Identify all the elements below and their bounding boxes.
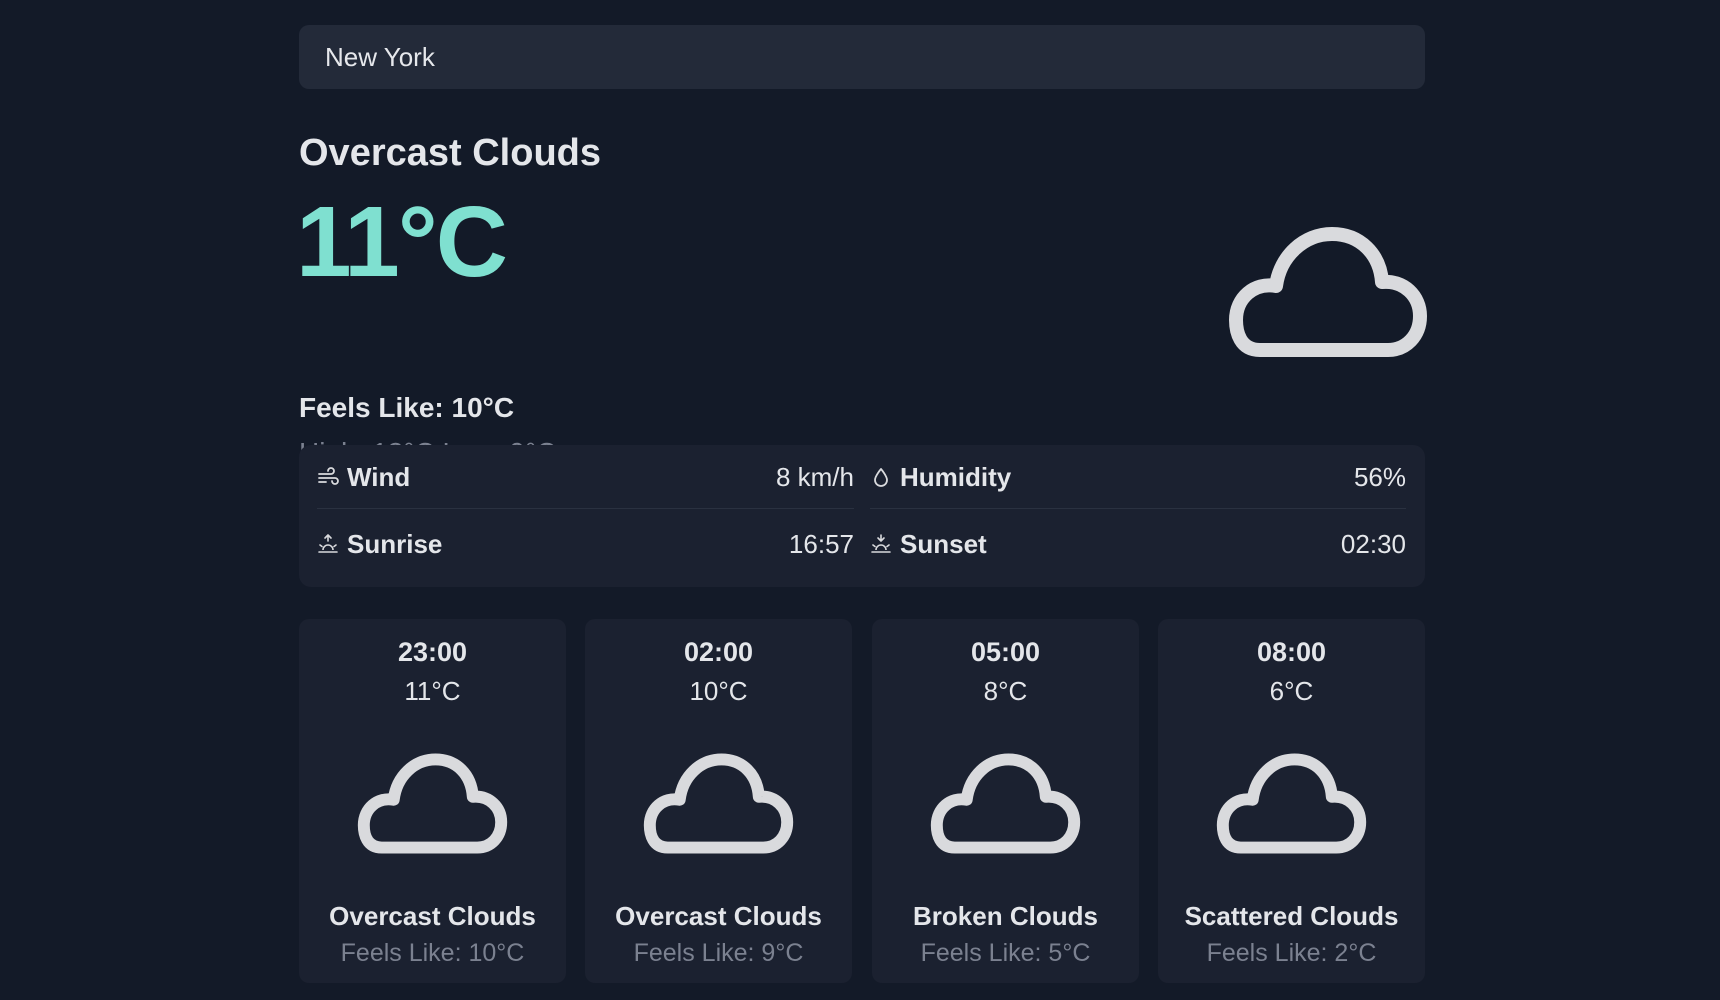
forecast-temp: 6°C [1269,676,1314,706]
forecast-time: 08:00 [1256,637,1327,667]
forecast-temp: 11°C [404,676,461,706]
forecast-temp: 8°C [983,676,1028,706]
forecast-feels-like: Feels Like: 9°C [633,939,804,967]
city-search-input[interactable] [299,25,1425,89]
current-temperature: 11°C [296,186,508,298]
detail-label-sunset: Sunset [900,528,987,559]
forecast-temp: 10°C [689,676,748,706]
forecast-card: 08:00 6°C Scattered Clouds Feels Like: 2… [1158,619,1425,983]
current-feels-like: Feels Like: 10°C [299,392,515,423]
cloud-icon [1216,753,1367,854]
sunset-icon [871,534,891,553]
sunrise-icon [318,534,338,553]
cloud-icon [930,753,1081,854]
detail-row-sunset: Sunset 02:30 [870,512,1406,576]
detail-label-sunrise: Sunrise [347,528,443,559]
cloud-icon [643,753,794,854]
forecast-feels-like: Feels Like: 2°C [1206,939,1377,967]
cloud-icon [1229,227,1427,357]
forecast-condition: Scattered Clouds [1184,901,1399,931]
current-condition: Overcast Clouds [299,132,601,174]
detail-row-sunrise: Sunrise 16:57 [317,512,854,576]
forecast-card: 02:00 10°C Overcast Clouds Feels Like: 9… [585,619,852,983]
forecast-feels-like: Feels Like: 5°C [920,939,1091,967]
forecast-feels-like: Feels Like: 10°C [340,939,525,967]
forecast-condition: Overcast Clouds [615,901,822,931]
detail-value-humidity: 56% [1353,461,1406,492]
forecast-card: 23:00 11°C Overcast Clouds Feels Like: 1… [299,619,566,983]
current-weather: Overcast Clouds 11°C Feels Like: 10°C Hi… [296,89,1427,468]
forecast-card: 05:00 8°C Broken Clouds Feels Like: 5°C [872,619,1139,983]
wind-icon [318,467,339,485]
detail-value-sunset: 02:30 [1340,528,1406,559]
detail-value-sunrise: 16:57 [788,528,854,559]
forecast-condition: Overcast Clouds [329,901,536,931]
hourly-forecast: 23:00 11°C Overcast Clouds Feels Like: 1… [299,619,1425,983]
forecast-time: 23:00 [397,637,468,667]
droplet-icon [874,468,888,487]
detail-label-wind: Wind [347,461,411,492]
forecast-condition: Broken Clouds [913,901,1098,931]
detail-row-wind: Wind 8 km/h [317,445,854,509]
forecast-time: 05:00 [970,637,1041,667]
detail-label-humidity: Humidity [900,461,1012,492]
weather-app: Overcast Clouds 11°C Feels Like: 10°C Hi… [296,25,1427,983]
detail-value-wind: 8 km/h [775,461,854,492]
detail-row-humidity: Humidity 56% [870,445,1406,509]
forecast-time: 02:00 [683,637,754,667]
weather-details-panel: Wind 8 km/h Humidity 56% Sunrise 16:57 S… [299,445,1425,587]
cloud-icon [357,753,508,854]
